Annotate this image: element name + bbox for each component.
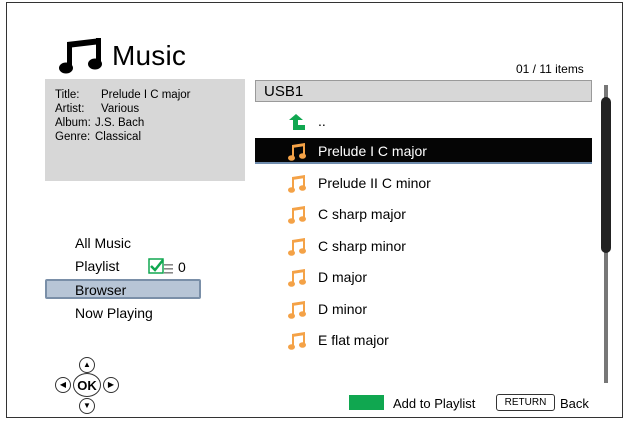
up-arrow-icon: ▲ xyxy=(79,357,95,373)
album-value: J.S. Bach xyxy=(95,117,145,129)
right-arrow-icon: ▶ xyxy=(103,377,119,393)
file-label: D major xyxy=(318,269,368,285)
nav-item-all-music[interactable]: All Music xyxy=(75,235,131,251)
parent-folder-row[interactable]: .. xyxy=(255,108,592,134)
playlist-badge: 0 xyxy=(148,257,186,277)
artist-value: Various xyxy=(101,103,140,115)
music-file-icon xyxy=(287,268,307,288)
ok-button-icon: OK xyxy=(73,373,101,397)
music-note-icon xyxy=(58,36,104,76)
title-label: Title: xyxy=(55,89,80,101)
return-key-icon: RETURN xyxy=(496,394,555,411)
music-file-icon xyxy=(287,142,307,162)
file-label: Prelude II C minor xyxy=(318,175,431,191)
app-header: Music xyxy=(58,36,186,76)
green-key-icon xyxy=(349,395,384,410)
item-count: 01 / 11 items xyxy=(516,62,584,76)
file-label: E flat major xyxy=(318,332,389,348)
file-row[interactable]: C sharp major xyxy=(255,201,592,227)
music-file-icon xyxy=(287,237,307,257)
page-title: Music xyxy=(112,40,187,71)
file-row[interactable]: D major xyxy=(255,264,592,290)
left-arrow-icon: ◀ xyxy=(55,377,71,393)
location-label: USB1 xyxy=(264,83,304,100)
album-label: Album: xyxy=(55,117,91,129)
nav-item-browser[interactable]: Browser xyxy=(45,279,201,299)
music-file-icon xyxy=(287,205,307,225)
file-label: C sharp major xyxy=(318,206,406,222)
file-label: C sharp minor xyxy=(318,238,406,254)
title-value: Prelude I C major xyxy=(101,89,191,101)
add-to-playlist-label: Add to Playlist xyxy=(393,396,476,411)
genre-value: Classical xyxy=(95,131,142,143)
music-file-icon xyxy=(287,174,307,194)
file-label: Prelude I C major xyxy=(318,143,427,159)
down-arrow-icon: ▼ xyxy=(79,398,95,414)
track-info-panel: Title: Prelude I C major Artist: Various A… xyxy=(45,79,245,181)
playlist-check-icon xyxy=(148,257,174,277)
nav-item-playlist[interactable]: Playlist xyxy=(75,258,119,274)
dpad-hint: ▲ ◀ OK ▶ ▼ xyxy=(48,357,128,417)
file-row[interactable]: E flat major xyxy=(255,327,592,353)
back-label: Back xyxy=(560,396,589,411)
playlist-count: 0 xyxy=(178,259,186,275)
music-file-icon xyxy=(287,300,307,320)
up-folder-icon xyxy=(287,112,307,132)
file-label: D minor xyxy=(318,301,368,317)
file-row[interactable]: Prelude I C major xyxy=(255,138,592,164)
nav-item-browser-label: Browser xyxy=(75,282,127,298)
nav-item-now-playing[interactable]: Now Playing xyxy=(75,305,153,321)
music-file-icon xyxy=(287,331,307,351)
location-bar: USB1 xyxy=(255,80,592,102)
parent-folder-label: .. xyxy=(318,113,326,129)
scrollbar-thumb[interactable] xyxy=(601,97,611,253)
genre-label: Genre: xyxy=(55,131,91,143)
file-row[interactable]: D minor xyxy=(255,296,592,322)
file-row[interactable]: Prelude II C minor xyxy=(255,170,592,196)
file-row[interactable]: C sharp minor xyxy=(255,233,592,259)
artist-label: Artist: xyxy=(55,103,85,115)
